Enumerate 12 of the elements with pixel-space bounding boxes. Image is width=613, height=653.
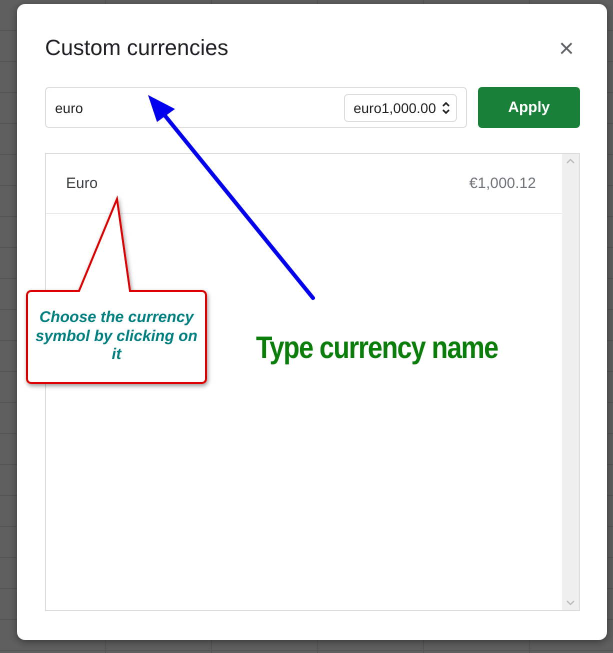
callout-text: Choose the currency symbol by clicking on it (34, 308, 198, 366)
currency-example: €1,000.12 (469, 175, 536, 192)
annotation-label: Type currency name (256, 330, 498, 366)
search-field[interactable]: euro euro1,000.00 (45, 87, 467, 128)
scroll-up-icon[interactable] (566, 158, 575, 164)
up-down-arrows-icon (442, 100, 450, 114)
format-dropdown[interactable]: euro1,000.00 (344, 94, 457, 122)
scroll-down-icon[interactable] (566, 600, 575, 606)
dialog-title: Custom currencies (45, 35, 228, 61)
apply-button[interactable]: Apply (478, 87, 580, 128)
currency-name: Euro (66, 175, 98, 192)
scrollbar[interactable] (562, 154, 579, 610)
